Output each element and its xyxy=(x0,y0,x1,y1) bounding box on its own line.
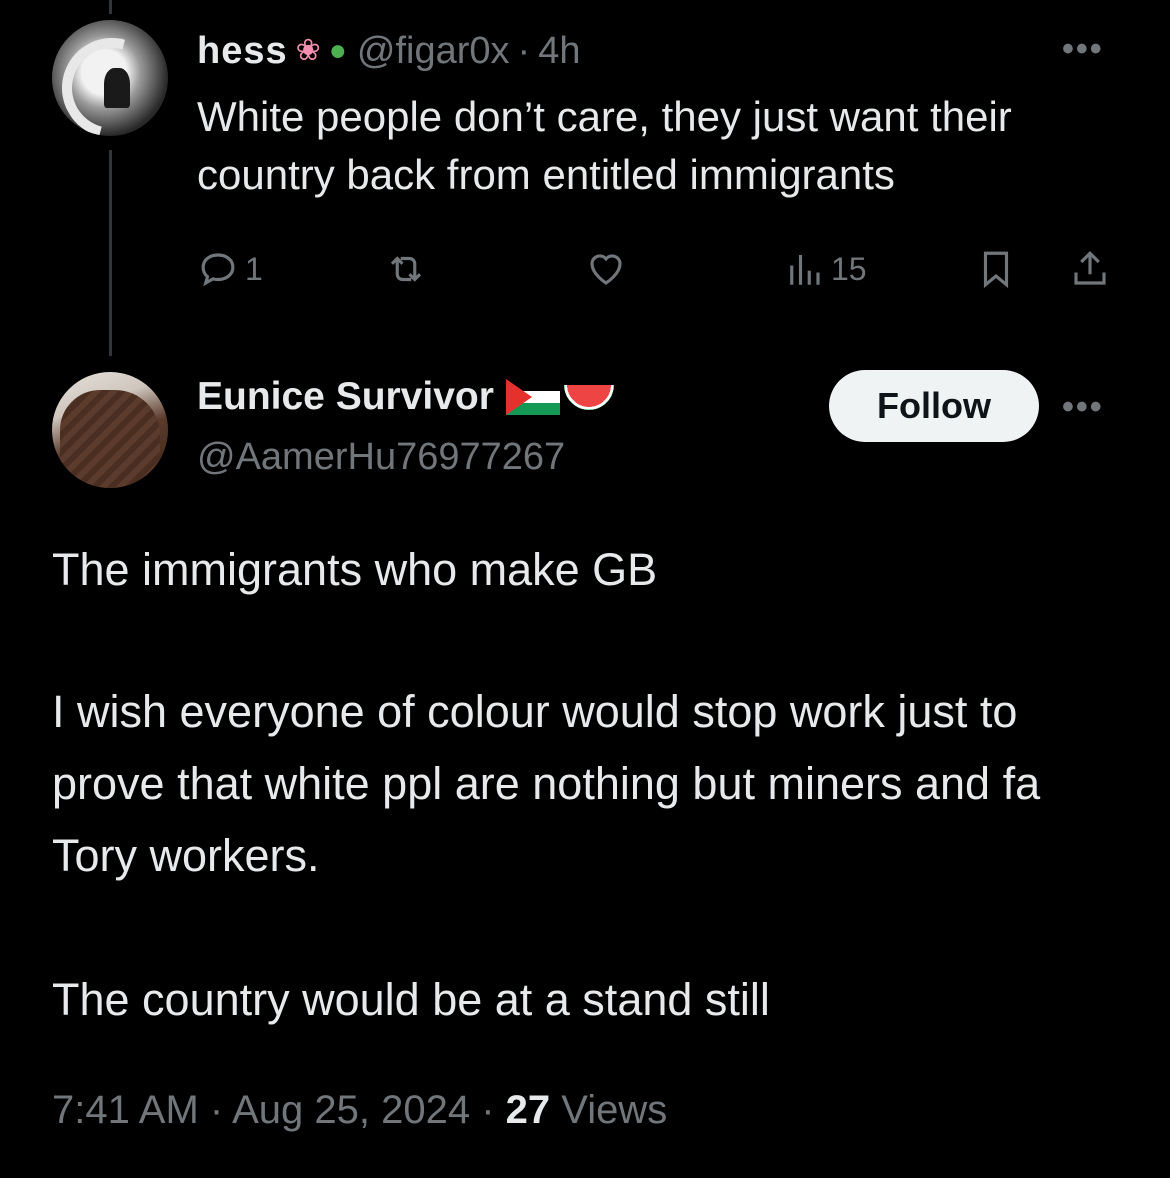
views-label: Views xyxy=(550,1088,668,1132)
palestine-flag-emoji xyxy=(505,379,560,415)
tweet-meta: 7:41 AM · Aug 25, 2024 · 27 Views xyxy=(52,1088,667,1133)
tweet-paragraph: The country would be at a stand still xyxy=(52,974,770,1025)
views-button[interactable]: 15 xyxy=(783,248,867,290)
separator: · xyxy=(517,29,531,72)
avatar[interactable] xyxy=(52,20,168,136)
views-icon xyxy=(790,255,820,285)
beetle-emoji: ● xyxy=(328,34,347,67)
follow-button[interactable]: Follow xyxy=(829,370,1039,442)
share-icon xyxy=(1074,251,1106,285)
bookmark-icon xyxy=(983,251,1009,289)
views-count: 27 xyxy=(505,1088,551,1132)
repost-icon xyxy=(390,256,422,282)
thread-line xyxy=(109,150,112,356)
lotus-emoji: ❀ xyxy=(295,34,321,67)
tweet-header: hess ❀ ● @figar0x · 4h xyxy=(197,26,580,76)
view-count: 15 xyxy=(831,250,867,287)
avatar[interactable] xyxy=(52,372,168,488)
like-icon xyxy=(590,254,622,285)
reply-button[interactable]: 1 xyxy=(197,248,263,290)
tweet-time[interactable]: 4h xyxy=(538,30,580,73)
tweet-text: White people don’t care, they just want … xyxy=(197,93,1012,198)
more-icon[interactable]: ••• xyxy=(1062,30,1104,69)
reply-count: 1 xyxy=(245,250,263,287)
display-name[interactable]: Eunice Survivor xyxy=(197,375,494,419)
like-button[interactable] xyxy=(585,248,627,290)
repost-button[interactable] xyxy=(385,248,427,290)
user-handle[interactable]: @figar0x xyxy=(357,30,510,73)
more-icon[interactable]: ••• xyxy=(1062,388,1104,427)
reply-icon xyxy=(201,253,235,287)
bookmark-button[interactable] xyxy=(975,248,1017,290)
share-button[interactable] xyxy=(1069,248,1111,290)
display-name[interactable]: hess xyxy=(197,30,288,73)
timestamp[interactable]: 7:41 AM · Aug 25, 2024 · xyxy=(52,1088,506,1132)
watermelon-emoji xyxy=(563,384,614,410)
tweet-actions: 1 15 xyxy=(197,248,1117,304)
tweet-paragraph: The immigrants who make GB xyxy=(52,544,658,595)
display-name-row: Eunice Survivor xyxy=(197,375,614,419)
thread-line-top xyxy=(109,0,112,14)
tweet-paragraph: I wish everyone of colour would stop wor… xyxy=(52,686,1041,881)
user-handle[interactable]: @AamerHu76977267 xyxy=(197,436,565,479)
